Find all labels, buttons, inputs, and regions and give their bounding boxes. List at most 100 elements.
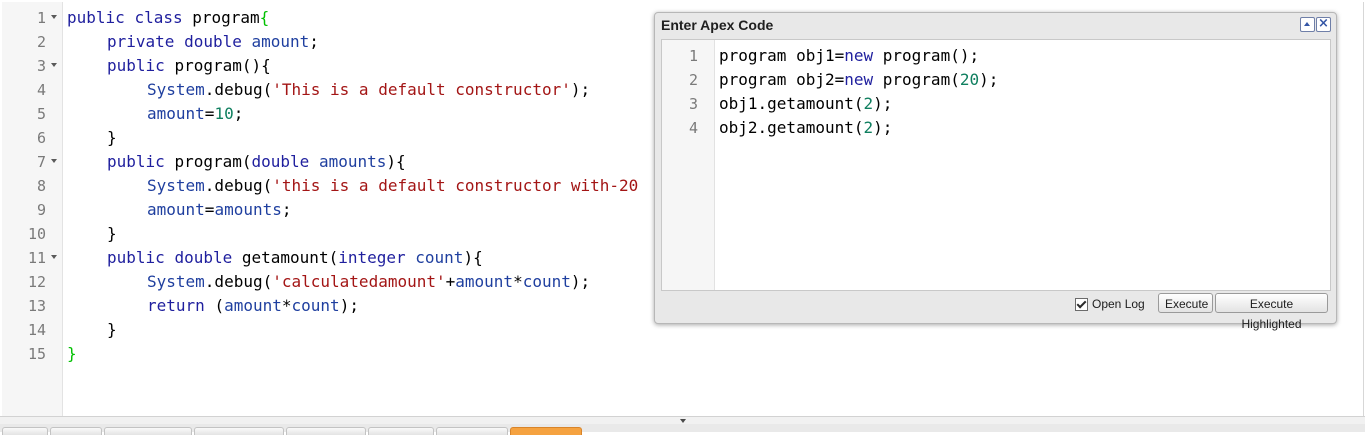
bottom-tab-bar (0, 424, 1365, 435)
code-token: { (259, 8, 270, 27)
code-token: obj1.getamount( (719, 94, 864, 113)
apex-code-line[interactable]: 3 obj1.getamount(2); (662, 92, 1330, 116)
code-token: return (147, 296, 215, 315)
open-log-checkbox[interactable] (1075, 298, 1088, 311)
apex-code-line[interactable]: 4 obj2.getamount(2); (662, 116, 1330, 140)
line-number: 5 (36, 105, 46, 123)
line-number: 2 (36, 33, 46, 51)
code-token: class (134, 8, 193, 27)
code-token: program( (882, 70, 960, 89)
code-token: amount (251, 32, 310, 51)
bottom-tab[interactable] (104, 427, 192, 435)
code-text: } (67, 318, 117, 342)
code-text: public program(double amounts){ (67, 150, 406, 174)
code-token: obj2.getamount( (719, 118, 864, 137)
code-token: count (522, 272, 571, 291)
code-token: 2 (863, 118, 874, 137)
code-text: public program(){ (67, 54, 271, 78)
code-token: double (251, 152, 319, 171)
code-token: ; (309, 32, 319, 51)
open-log-label[interactable]: Open Log (1092, 297, 1145, 311)
bottom-tab[interactable] (510, 427, 582, 435)
bottom-tab[interactable] (436, 427, 508, 435)
code-line[interactable]: 15} (2, 342, 1363, 366)
code-token: amounts (318, 152, 387, 171)
line-number: 1 (36, 9, 46, 27)
code-token: double (184, 32, 252, 51)
code-token: new (844, 46, 883, 65)
line-number: 1 (688, 47, 698, 65)
bottom-tab[interactable] (286, 427, 366, 435)
code-token: 10 (214, 104, 234, 123)
line-number: 11 (27, 249, 46, 267)
line-number: 14 (27, 321, 46, 339)
code-token: } (107, 320, 117, 339)
collapse-icon[interactable] (1300, 17, 1315, 32)
code-token: public (107, 248, 175, 267)
execute-button[interactable]: Execute (1158, 293, 1213, 313)
checkmark-icon (1076, 298, 1087, 309)
code-token: } (67, 344, 77, 363)
code-token: ){ (386, 152, 406, 171)
fold-arrow-icon[interactable] (51, 255, 57, 259)
code-text: return (amount*count); (67, 294, 359, 318)
code-text: amount=amounts; (67, 198, 292, 222)
code-text: obj1.getamount(2); (719, 92, 892, 116)
code-token: + (445, 272, 456, 291)
apex-code-editor[interactable]: 1 program obj1=new program(); 2 program obj… (661, 39, 1331, 291)
code-token: 'This is a default constructor' (272, 80, 571, 99)
dialog-title: Enter Apex Code (661, 17, 774, 33)
code-token: double (174, 248, 242, 267)
code-token: * (281, 296, 292, 315)
code-token: integer (338, 248, 416, 267)
code-token: new (844, 70, 883, 89)
code-text: program obj1=new program(); (719, 44, 979, 68)
code-token: * (513, 272, 523, 291)
code-token: program(); (882, 46, 980, 65)
code-token: ); (979, 70, 999, 89)
code-token: = (204, 200, 215, 219)
code-text: private double amount; (67, 30, 319, 54)
bottom-tab[interactable] (368, 427, 434, 435)
code-token: getamount( (241, 248, 339, 267)
code-token: private (107, 32, 185, 51)
code-token: ); (873, 94, 893, 113)
apex-code-line[interactable]: 1 program obj1=new program(); (662, 44, 1330, 68)
execute-highlighted-button[interactable]: Execute Highlighted (1215, 293, 1328, 331)
code-token: ; (233, 104, 244, 123)
fold-arrow-icon[interactable] (51, 15, 57, 19)
code-text: obj2.getamount(2); (719, 116, 892, 140)
code-text: program obj2=new program(20); (719, 68, 998, 92)
line-number: 12 (27, 273, 46, 291)
line-number: 3 (36, 57, 46, 75)
bottom-tab[interactable] (50, 427, 102, 435)
code-token: program(){ (174, 56, 271, 75)
code-text: public double getamount(integer count){ (67, 246, 483, 270)
line-number: 13 (27, 297, 46, 315)
code-token: } (107, 224, 117, 243)
code-token: count (415, 248, 464, 267)
line-number: 4 (688, 119, 698, 137)
code-text: System.debug('This is a default construc… (67, 78, 590, 102)
code-token: 20 (959, 70, 980, 89)
code-token: program( (174, 152, 252, 171)
fold-arrow-icon[interactable] (51, 63, 57, 67)
apex-code-line[interactable]: 2 program obj2=new program(20); (662, 68, 1330, 92)
line-number: 3 (688, 95, 698, 113)
code-token: System (147, 272, 205, 291)
line-number: 7 (36, 153, 46, 171)
line-number: 10 (27, 225, 46, 243)
code-token: public (107, 56, 175, 75)
code-token: 'calculatedamount' (272, 272, 446, 291)
code-text: } (67, 222, 117, 246)
code-token: ); (570, 272, 591, 291)
code-token: amount (147, 200, 205, 219)
close-icon[interactable]: × (1316, 16, 1331, 32)
fold-arrow-icon[interactable] (51, 159, 57, 163)
code-token: program obj2= (719, 70, 845, 89)
code-token: .debug( (204, 176, 273, 195)
bottom-tab[interactable] (2, 427, 48, 435)
bottom-tab[interactable] (194, 427, 284, 435)
code-token: System (147, 176, 205, 195)
code-token: ); (873, 118, 893, 137)
